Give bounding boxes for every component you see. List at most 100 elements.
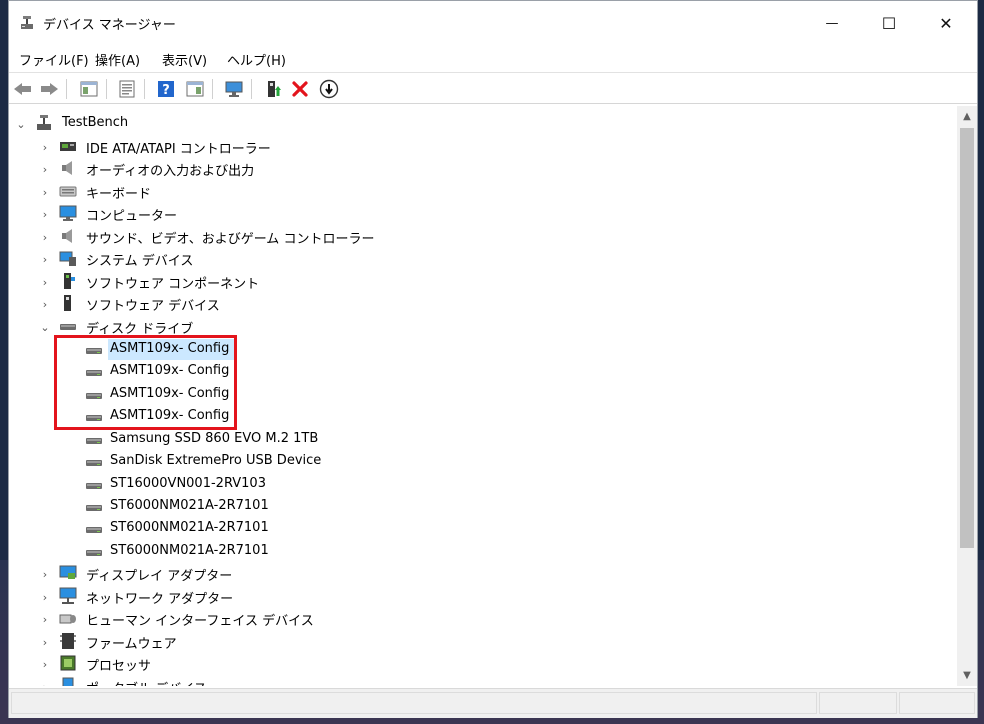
- status-pane-main: [11, 692, 817, 714]
- close-icon: ✕: [939, 13, 953, 33]
- uninstall-icon: [292, 81, 308, 97]
- chevron-right-icon[interactable]: ›: [39, 163, 51, 176]
- category-hid[interactable]: ヒューマン インターフェイス デバイス: [86, 610, 314, 629]
- update-driver-icon: [268, 81, 281, 97]
- menu-file[interactable]: ファイル(F): [19, 50, 89, 69]
- annotation-highlight-box: [54, 335, 237, 430]
- status-pane: [899, 692, 975, 714]
- category-sound-video-game[interactable]: サウンド、ビデオ、およびゲーム コントローラー: [86, 228, 374, 247]
- disk-drive-icon: [86, 527, 102, 533]
- speaker-icon: [62, 161, 72, 175]
- menu-help[interactable]: ヘルプ(H): [227, 50, 286, 69]
- device-manager-app-icon: [21, 16, 33, 29]
- minimize-button[interactable]: —: [809, 1, 855, 45]
- scan-hardware-button[interactable]: [223, 78, 245, 100]
- category-processors[interactable]: プロセッサ: [86, 655, 151, 674]
- disk-item[interactable]: ST6000NM021A-2R7101: [110, 498, 269, 513]
- category-software-devices[interactable]: ソフトウェア デバイス: [86, 295, 220, 314]
- portable-device-icon: [62, 677, 74, 686]
- maximize-button[interactable]: ☐: [866, 1, 912, 45]
- category-network-adapters[interactable]: ネットワーク アダプター: [86, 588, 233, 607]
- help-button[interactable]: ?: [155, 78, 177, 100]
- status-bar: [9, 688, 977, 718]
- processor-icon: [60, 655, 76, 671]
- disk-item[interactable]: ST6000NM021A-2R7101: [110, 543, 269, 558]
- help-icon: ?: [158, 81, 174, 98]
- chevron-right-icon[interactable]: ›: [39, 658, 51, 671]
- chevron-right-icon[interactable]: ›: [39, 613, 51, 626]
- vertical-scrollbar[interactable]: ▲ ▼: [957, 106, 977, 686]
- scroll-up-icon[interactable]: ▲: [957, 108, 977, 125]
- chevron-right-icon[interactable]: ›: [39, 141, 51, 154]
- toolbar-separator: [106, 79, 107, 99]
- category-audio-io[interactable]: オーディオの入力および出力: [86, 160, 254, 179]
- scan-hardware-icon: [225, 81, 243, 97]
- toolbar-separator: [251, 79, 252, 99]
- window-title: デバイス マネージャー: [43, 18, 176, 33]
- disk-item[interactable]: ST16000VN001-2RV103: [110, 476, 266, 491]
- toolbar-separator: [212, 79, 213, 99]
- show-hide-tree-button[interactable]: [78, 78, 100, 100]
- uninstall-button[interactable]: [289, 78, 311, 100]
- disk-drive-icon: [86, 505, 102, 511]
- scroll-down-icon[interactable]: ▼: [957, 667, 977, 684]
- forward-button[interactable]: [38, 78, 60, 100]
- toolbar: ?: [9, 72, 977, 104]
- chevron-right-icon[interactable]: ›: [39, 231, 51, 244]
- chevron-right-icon[interactable]: ›: [39, 208, 51, 221]
- tree-root-label[interactable]: TestBench: [62, 115, 128, 130]
- keyboard-icon: [59, 186, 77, 197]
- category-ide[interactable]: IDE ATA/ATAPI コントローラー: [86, 138, 271, 157]
- forward-icon: [41, 83, 58, 95]
- disk-item[interactable]: Samsung SSD 860 EVO M.2 1TB: [110, 431, 318, 446]
- system-device-icon: [59, 251, 76, 266]
- chevron-right-icon[interactable]: ›: [39, 636, 51, 649]
- scrollbar-thumb[interactable]: [960, 128, 974, 548]
- maximize-icon: ☐: [881, 13, 897, 33]
- disk-drive-icon: [60, 324, 76, 330]
- show-hide-tree-icon: [80, 81, 98, 97]
- chevron-down-icon[interactable]: ⌄: [39, 321, 51, 334]
- menu-view[interactable]: 表示(V): [162, 50, 207, 69]
- menu-action[interactable]: 操作(A): [95, 50, 140, 69]
- back-button[interactable]: [12, 78, 34, 100]
- chevron-right-icon[interactable]: ›: [39, 253, 51, 266]
- properties-button[interactable]: [116, 78, 138, 100]
- category-portable-devices[interactable]: ポータブル デバイス: [86, 678, 207, 686]
- firmware-icon: [60, 633, 76, 649]
- category-display-adapters[interactable]: ディスプレイ アダプター: [86, 565, 232, 584]
- category-firmware[interactable]: ファームウェア: [86, 633, 177, 652]
- network-adapter-icon: [59, 587, 77, 604]
- computer-root-icon: [37, 115, 51, 130]
- close-button[interactable]: ✕: [923, 1, 969, 45]
- disk-item[interactable]: ST6000NM021A-2R7101: [110, 520, 269, 535]
- chevron-right-icon[interactable]: ›: [39, 276, 51, 289]
- category-software-components[interactable]: ソフトウェア コンポーネント: [86, 273, 259, 292]
- minimize-icon: —: [825, 15, 839, 31]
- title-bar: デバイス マネージャー — ☐ ✕: [9, 1, 977, 45]
- disk-drive-icon: [86, 483, 102, 489]
- toolbar-separator: [144, 79, 145, 99]
- display-adapter-icon: [59, 565, 77, 579]
- back-icon: [14, 83, 31, 95]
- chevron-right-icon[interactable]: ›: [39, 568, 51, 581]
- category-computer[interactable]: コンピューター: [86, 205, 177, 224]
- properties-icon: [119, 80, 135, 98]
- svg-text:?: ?: [162, 83, 170, 98]
- category-system-devices[interactable]: システム デバイス: [86, 250, 193, 269]
- software-device-icon: [64, 295, 71, 311]
- hid-icon: [59, 614, 76, 624]
- action-pane-button[interactable]: [184, 78, 206, 100]
- action-pane-icon: [186, 81, 204, 97]
- chevron-right-icon[interactable]: ›: [39, 298, 51, 311]
- disable-device-button[interactable]: [318, 78, 340, 100]
- disk-drive-icon: [86, 438, 102, 444]
- update-driver-button[interactable]: [262, 78, 284, 100]
- category-keyboard[interactable]: キーボード: [86, 183, 151, 202]
- disk-drive-icon: [86, 550, 102, 556]
- disk-item[interactable]: SanDisk ExtremePro USB Device: [110, 453, 321, 468]
- chevron-down-icon[interactable]: ⌄: [15, 118, 27, 131]
- chevron-right-icon[interactable]: ›: [39, 186, 51, 199]
- chevron-right-icon[interactable]: ›: [39, 591, 51, 604]
- chevron-right-icon[interactable]: ›: [39, 681, 51, 687]
